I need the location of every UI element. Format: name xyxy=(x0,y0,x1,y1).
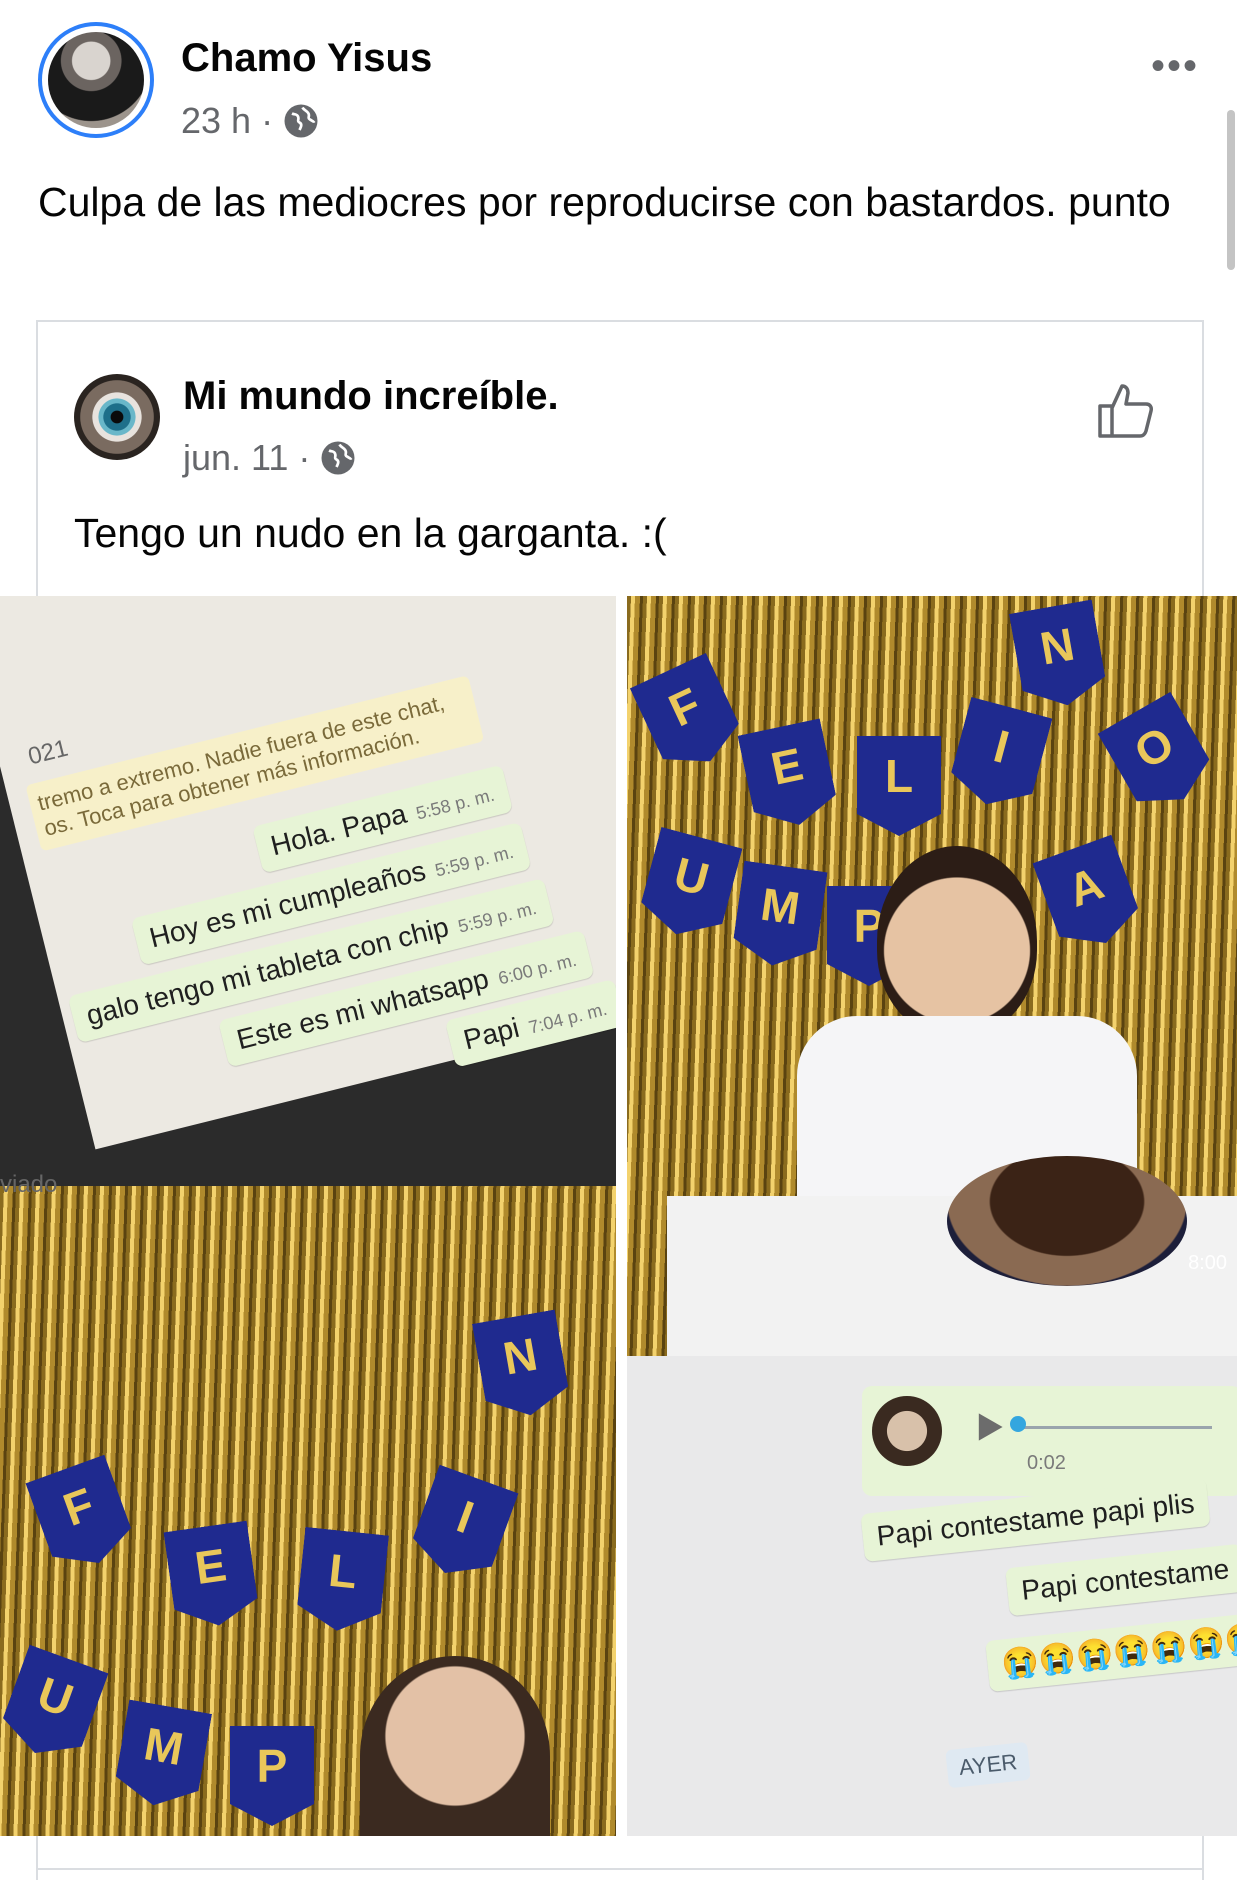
play-icon[interactable] xyxy=(972,1410,1006,1444)
chat-date-fragment: 021 xyxy=(25,734,71,771)
scrollbar[interactable] xyxy=(1227,110,1235,270)
divider xyxy=(36,1868,1204,1870)
meta-separator: · xyxy=(298,437,311,478)
cake xyxy=(947,1156,1187,1286)
day-label: AYER xyxy=(945,1741,1032,1789)
post-time[interactable]: 23 h xyxy=(181,100,251,142)
globe-icon xyxy=(321,441,355,475)
forwarded-fragment: viado xyxy=(0,1171,58,1198)
meta-separator: · xyxy=(261,100,274,141)
shared-post-date[interactable]: jun. 11 xyxy=(183,437,288,479)
globe-icon xyxy=(284,104,318,138)
post-text: Culpa de las mediocres por reproducirse … xyxy=(38,179,1171,225)
shared-post-text: Tengo un nudo en la garganta. :( xyxy=(74,510,667,556)
photo-birthday[interactable]: F E L I N U M P A O 8:00 0:02 Papi conte… xyxy=(627,596,1237,1836)
shared-author-name[interactable]: Mi mundo increíble. xyxy=(183,374,559,419)
voice-duration: 0:02 xyxy=(1027,1452,1066,1474)
author-avatar[interactable] xyxy=(38,22,154,138)
shared-author-avatar[interactable] xyxy=(74,374,160,460)
more-options-icon[interactable]: ••• xyxy=(1151,44,1199,89)
photo-timestamp: 8:00 xyxy=(1188,1252,1227,1274)
like-icon[interactable] xyxy=(1094,378,1158,442)
voice-avatar xyxy=(872,1396,942,1466)
chat-screen: 021 tremo a extremo. Nadie fuera de este… xyxy=(0,596,616,1150)
voice-progress[interactable] xyxy=(1012,1426,1212,1429)
post-meta: 23 h · xyxy=(181,100,319,142)
child-face xyxy=(877,846,1037,1036)
emoji-message: 😭😭😭😭😭😭😭 xyxy=(985,1611,1237,1692)
photo-chat-screenshot[interactable]: 021 tremo a extremo. Nadie fuera de este… xyxy=(0,596,616,1836)
voice-progress-handle[interactable] xyxy=(1010,1416,1026,1432)
chat-message: Papi contestame xyxy=(1005,1543,1237,1617)
voice-message[interactable]: 0:02 xyxy=(862,1386,1237,1496)
shared-post-meta: jun. 11 · xyxy=(183,437,356,479)
author-name[interactable]: Chamo Yisus xyxy=(181,36,432,81)
